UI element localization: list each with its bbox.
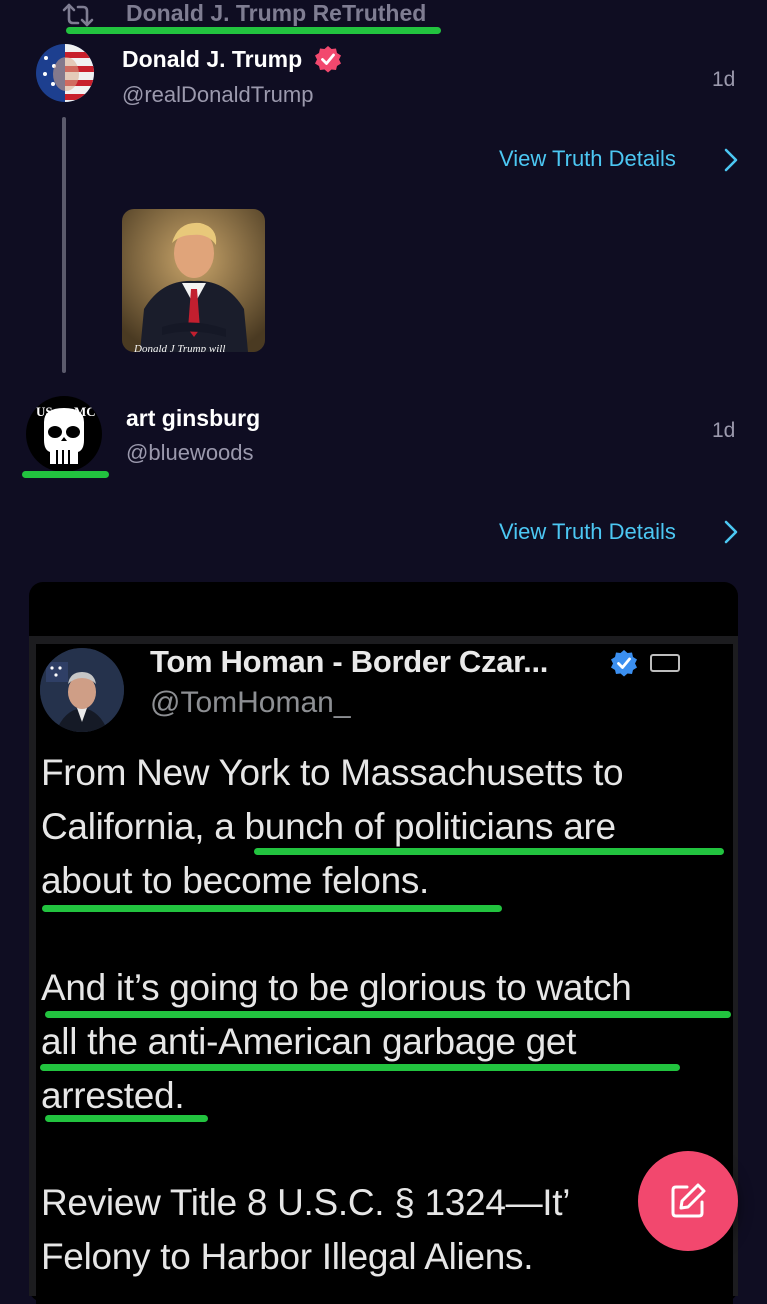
embedded-tweet-text-line: Review Title 8 U.S.C. § 1324—It’ <box>41 1182 571 1223</box>
highlight-underline <box>22 471 109 478</box>
thread-line <box>62 117 66 373</box>
post-time: 1d <box>712 419 736 442</box>
post-time: 1d <box>712 68 736 91</box>
thumbnail-caption: Donald J Trump will <box>134 343 226 352</box>
chevron-right-icon[interactable] <box>722 518 740 546</box>
highlight-underline <box>45 1115 208 1122</box>
highlight-underline <box>45 1011 731 1018</box>
highlight-underline <box>254 848 724 855</box>
embedded-tweet-text-line: California, a bunch of politicians are <box>41 806 616 847</box>
embedded-tweet-text-line: And it’s going to be glorious to watch <box>41 967 632 1008</box>
embedded-tweet-text-line: all the anti-American garbage get <box>41 1021 577 1062</box>
view-truth-details-link[interactable]: View Truth Details <box>499 146 676 172</box>
chevron-right-icon[interactable] <box>722 146 740 174</box>
compose-button[interactable] <box>638 1151 738 1251</box>
highlight-underline <box>42 905 502 912</box>
embedded-tweet-text-line: about to become felons. <box>41 860 430 901</box>
verified-badge-icon <box>315 46 341 73</box>
avatar-text: US <box>36 404 53 419</box>
retruth-label[interactable]: Donald J. Trump ReTruthed <box>126 0 426 27</box>
post-image-thumbnail[interactable]: Donald J Trump will <box>122 209 265 352</box>
view-truth-details-link[interactable]: View Truth Details <box>499 519 676 545</box>
avatar-trump[interactable] <box>36 44 94 102</box>
avatar-text: MC <box>74 404 96 419</box>
author-name[interactable]: Donald J. Trump <box>122 46 302 73</box>
verified-badge-icon <box>611 650 637 677</box>
retruth-icon <box>62 3 94 27</box>
embedded-tweet-avatar <box>40 648 124 732</box>
embedded-tweet-author: Tom Homan - Border Czar... <box>150 644 549 679</box>
embedded-tweet-text-line: From New York to Massachusetts to <box>41 752 624 793</box>
highlight-underline <box>40 1064 680 1071</box>
embedded-tweet-text-line: Felony to Harbor Illegal Aliens. <box>41 1236 534 1277</box>
embedded-tweet-text-line: arrested. <box>41 1075 185 1116</box>
affiliation-badge-icon <box>650 654 680 672</box>
avatar-art-ginsburg[interactable]: US MC <box>26 396 102 472</box>
author-handle[interactable]: @realDonaldTrump <box>122 82 313 108</box>
compose-icon <box>671 1183 706 1218</box>
author-handle[interactable]: @bluewoods <box>126 440 254 466</box>
highlight-underline <box>66 27 441 34</box>
embedded-tweet-handle: @TomHoman_ <box>150 686 351 719</box>
author-name[interactable]: art ginsburg <box>126 405 260 432</box>
